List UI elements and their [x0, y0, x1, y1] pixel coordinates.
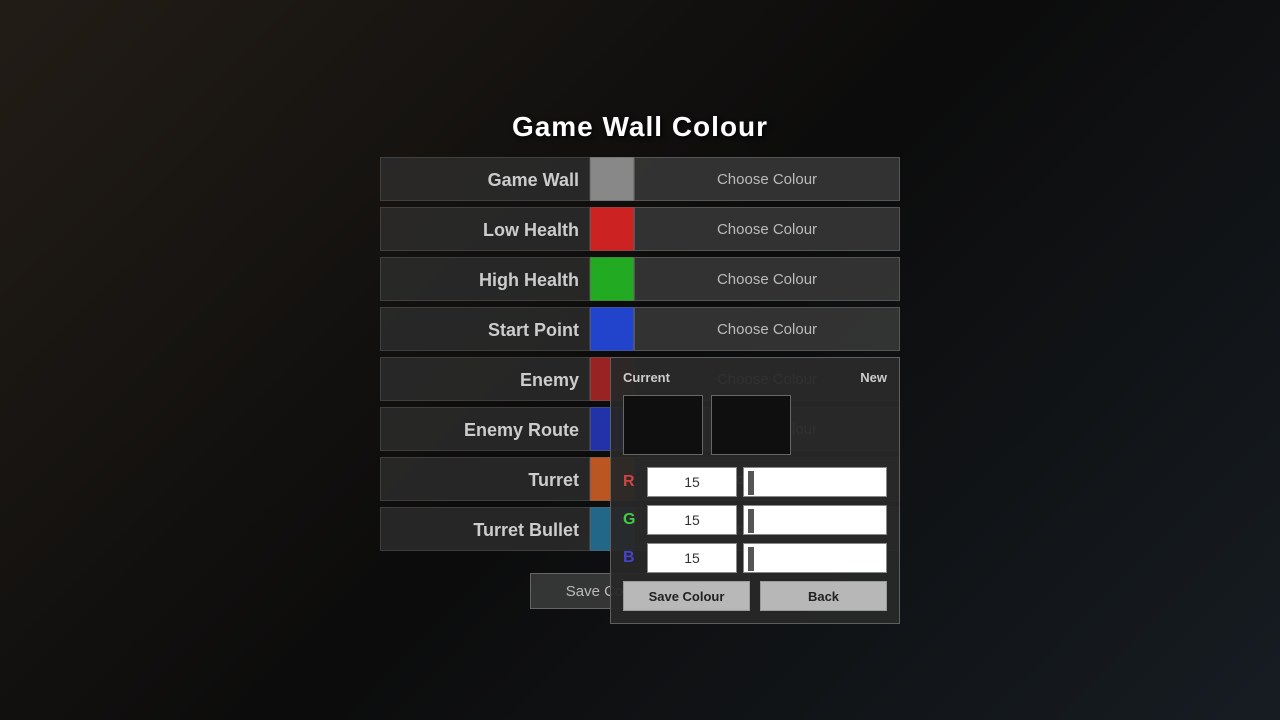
page-title: Game Wall Colour: [380, 111, 900, 143]
r-input[interactable]: [647, 467, 737, 497]
new-swatch: [711, 395, 791, 455]
choose-colour-button-high-health[interactable]: Choose Colour: [634, 257, 900, 301]
swatch-wall: [590, 157, 634, 201]
main-panel: Game Wall Colour Game WallChoose ColourL…: [380, 111, 900, 609]
label-high-health: High Health: [380, 257, 590, 301]
label-enemy: Enemy: [380, 357, 590, 401]
label-turret: Turret: [380, 457, 590, 501]
r-slider[interactable]: [743, 467, 887, 497]
label-wall: Game Wall: [380, 157, 590, 201]
label-start-point: Start Point: [380, 307, 590, 351]
g-input[interactable]: [647, 505, 737, 535]
current-label: Current: [623, 370, 670, 385]
picker-buttons: Save Colour Back: [623, 581, 887, 611]
b-slider[interactable]: [743, 543, 887, 573]
choose-colour-button-low-health[interactable]: Choose Colour: [634, 207, 900, 251]
label-turret-bullet: Turret Bullet: [380, 507, 590, 551]
g-slider[interactable]: [743, 505, 887, 535]
r-row: R: [623, 467, 887, 497]
current-swatch: [623, 395, 703, 455]
b-label: B: [623, 549, 641, 567]
g-slider-thumb: [748, 509, 754, 533]
choose-colour-button-start-point[interactable]: Choose Colour: [634, 307, 900, 351]
b-slider-thumb: [748, 547, 754, 571]
new-label: New: [860, 370, 887, 385]
choose-colour-button-wall[interactable]: Choose Colour: [634, 157, 900, 201]
swatch-start-point: [590, 307, 634, 351]
colour-row-low-health: Low Health Choose Colour: [380, 207, 900, 251]
label-low-health: Low Health: [380, 207, 590, 251]
back-button[interactable]: Back: [760, 581, 887, 611]
b-input[interactable]: [647, 543, 737, 573]
swatch-high-health: [590, 257, 634, 301]
colour-row-high-health: High Health Choose Colour: [380, 257, 900, 301]
save-colour-button[interactable]: Save Colour: [623, 581, 750, 611]
picker-header: Current New: [623, 370, 887, 385]
label-enemy-route: Enemy Route: [380, 407, 590, 451]
picker-swatches: [623, 395, 887, 455]
r-label: R: [623, 473, 641, 491]
colour-picker-popup: Current New R G B: [610, 357, 900, 624]
g-label: G: [623, 511, 641, 529]
b-row: B: [623, 543, 887, 573]
g-row: G: [623, 505, 887, 535]
r-slider-thumb: [748, 471, 754, 495]
colour-row-start-point: Start Point Choose Colour: [380, 307, 900, 351]
colour-row-wall: Game Wall Choose Colour: [380, 157, 900, 201]
swatch-low-health: [590, 207, 634, 251]
